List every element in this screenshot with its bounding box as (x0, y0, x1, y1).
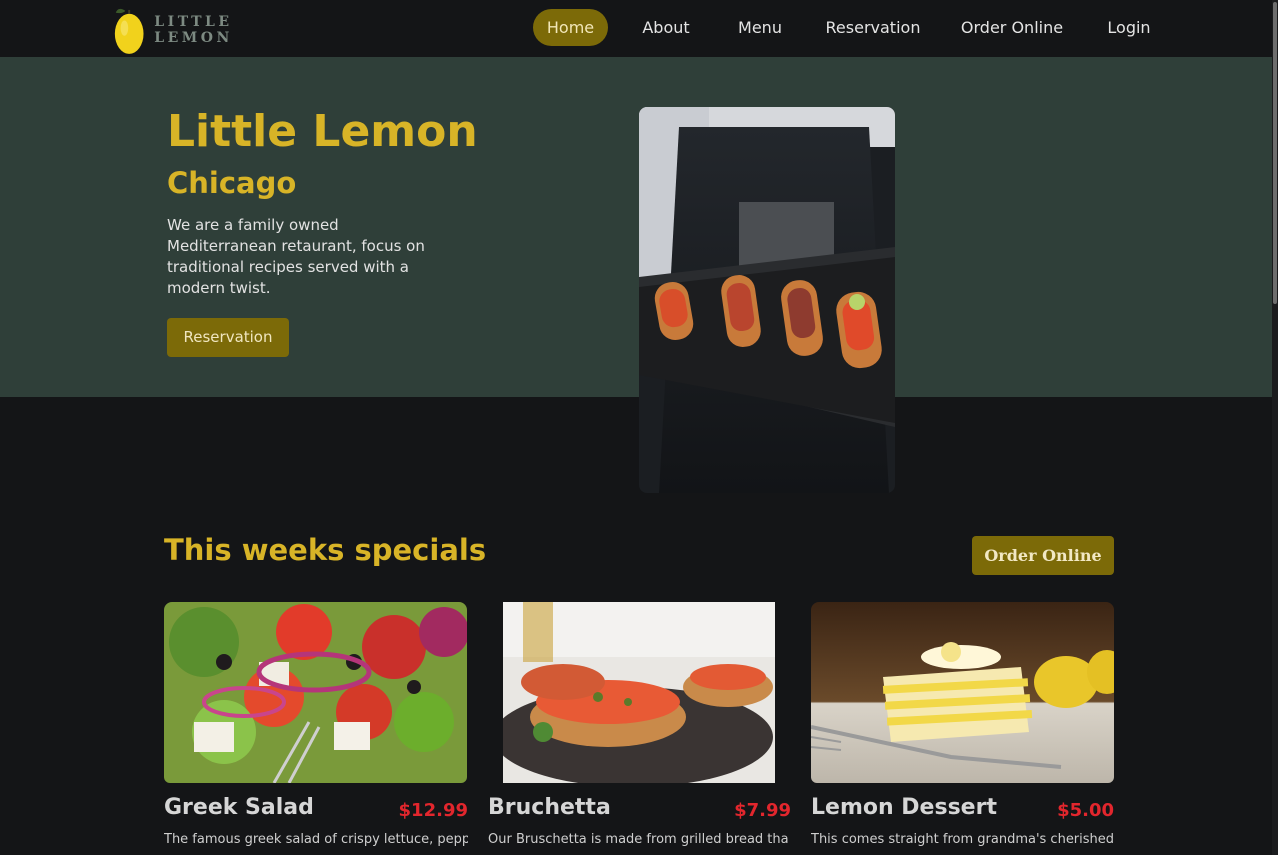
lemon-icon (114, 8, 144, 54)
reservation-button[interactable]: Reservation (167, 318, 289, 357)
card-name-greek-salad[interactable]: Greek Salad (164, 795, 314, 820)
card-desc-bruchetta: Our Bruschetta is made from grilled brea… (488, 832, 788, 847)
nav-about[interactable]: About (628, 9, 704, 46)
card-price-bruchetta: $7.99 (734, 800, 791, 821)
hero-city: Chicago (167, 166, 297, 200)
brand-name: LITTLE LEMON (154, 14, 233, 46)
top-navbar: LITTLE LEMON Home About Menu Reservation… (0, 0, 1278, 57)
card-name-lemon-dessert[interactable]: Lemon Dessert (811, 795, 997, 820)
card-desc-lemon-dessert: This comes straight from grandma's cheri… (811, 832, 1114, 847)
card-name-bruchetta[interactable]: Bruchetta (488, 795, 611, 820)
card-price-lemon-dessert: $5.00 (1057, 800, 1114, 821)
greek-salad-image[interactable] (164, 602, 467, 783)
order-online-button[interactable]: Order Online (972, 536, 1114, 575)
nav-menu[interactable]: Menu (724, 9, 796, 46)
hero-title: Little Lemon (167, 106, 478, 157)
nav-login[interactable]: Login (1096, 9, 1162, 46)
brand-logo[interactable]: LITTLE LEMON (112, 4, 312, 56)
page-scrollbar[interactable] (1272, 0, 1278, 855)
nav-order-online[interactable]: Order Online (950, 9, 1074, 46)
card-desc-greek-salad: The famous greek salad of crispy lettuce… (164, 832, 468, 847)
hero-image (639, 107, 895, 493)
nav-reservation[interactable]: Reservation (818, 9, 928, 46)
bruchetta-image[interactable] (503, 602, 775, 783)
card-price-greek-salad: $12.99 (398, 800, 468, 821)
lemon-dessert-image[interactable] (811, 602, 1114, 783)
scroll-thumb[interactable] (1273, 2, 1277, 304)
specials-title: This weeks specials (164, 533, 487, 567)
nav-home[interactable]: Home (533, 9, 608, 46)
hero-description: We are a family owned Mediterranean reta… (167, 216, 425, 297)
